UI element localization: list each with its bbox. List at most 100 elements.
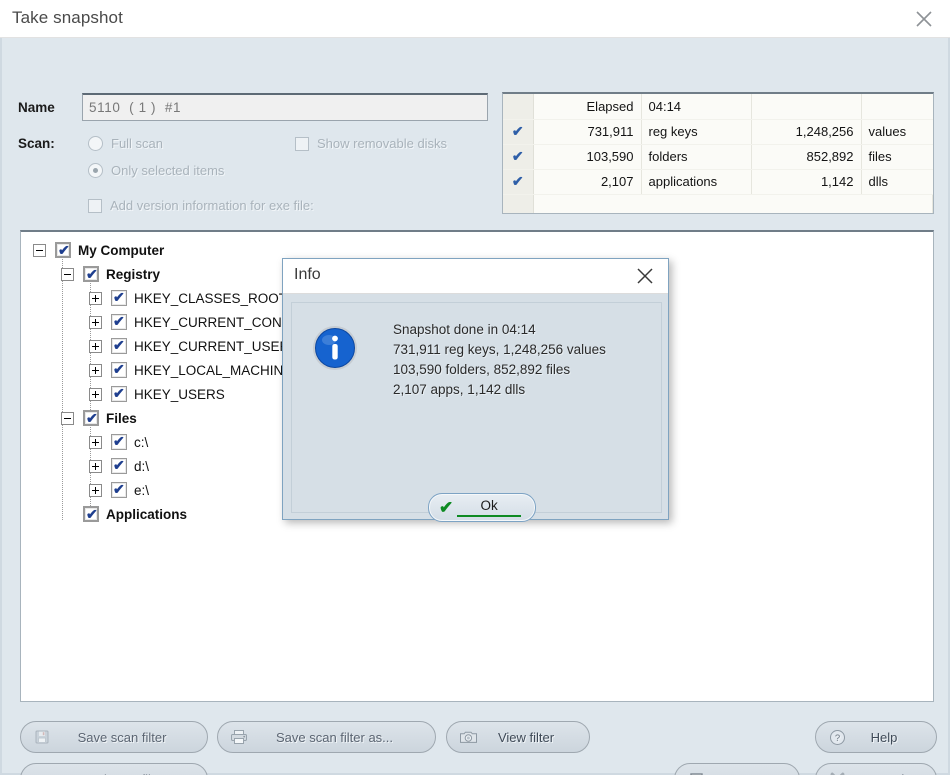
collapse-icon[interactable]	[33, 243, 46, 257]
tree-item[interactable]: Registry	[61, 262, 160, 286]
tree-item[interactable]: d:\	[89, 454, 149, 478]
checkbox-icon	[295, 137, 309, 151]
expand-icon[interactable]	[89, 459, 102, 473]
stats-label-primary: folders	[641, 144, 752, 170]
cancel-label: Cancel	[854, 772, 936, 775]
expand-icon[interactable]	[89, 291, 102, 305]
checkbox-add-version-info[interactable]: Add version information for exe file:	[88, 198, 314, 213]
info-dialog-title: Info	[294, 266, 321, 283]
tree-item[interactable]: HKEY_CURRENT_USER	[89, 334, 289, 358]
stats-label-secondary: dlls	[861, 169, 933, 195]
tree-item-checkbox[interactable]	[111, 457, 127, 474]
view-filter-button[interactable]: View filter	[446, 721, 590, 753]
collapse-icon[interactable]	[61, 267, 74, 281]
radio-only-selected-items[interactable]: Only selected items	[88, 163, 224, 178]
tree-item-label: HKEY_LOCAL_MACHINE	[134, 362, 293, 378]
tree-item[interactable]: Applications	[61, 502, 187, 526]
info-dialog-message: Snapshot done in 04:14 731,911 reg keys,…	[393, 322, 606, 397]
tree-item-label: e:\	[134, 482, 150, 498]
tree-item[interactable]: HKEY_CURRENT_CONFIG	[89, 310, 304, 334]
ok-button-label: Ok	[457, 498, 521, 517]
radio-icon	[88, 136, 103, 151]
tree-item-checkbox[interactable]	[111, 433, 127, 450]
checkbox-icon	[88, 199, 102, 213]
stats-value-primary: 731,911	[533, 119, 642, 145]
tree-item-label: HKEY_CLASSES_ROOT	[134, 290, 288, 306]
tree-item[interactable]: Files	[61, 406, 137, 430]
stop-button[interactable]: Stop	[674, 763, 800, 775]
tree-item-checkbox[interactable]	[111, 481, 127, 498]
load-scan-filter-button[interactable]: Load scan filter	[20, 763, 208, 775]
tree-item[interactable]: c:\	[89, 430, 148, 454]
scan-statistics-table: Elapsed 04:14 ✔ 731,911 reg keys 1,248,256 val…	[502, 92, 934, 214]
checkbox-show-removable-disks[interactable]: Show removable disks	[295, 136, 447, 151]
stats-check-icon: ✔	[503, 169, 534, 195]
save-scan-filter-as-button[interactable]: Save scan filter as...	[217, 721, 436, 753]
stop-square-icon	[685, 769, 707, 775]
help-icon: ?	[826, 727, 848, 747]
tree-item-checkbox[interactable]	[83, 506, 99, 523]
floppy-disk-icon	[31, 727, 53, 747]
tree-item[interactable]: e:\	[89, 478, 149, 502]
save-scan-filter-label: Save scan filter	[77, 729, 167, 745]
save-scan-filter-button[interactable]: Save scan filter	[20, 721, 208, 753]
cancel-x-icon	[826, 769, 848, 775]
stats-table: Elapsed 04:14 ✔ 731,911 reg keys 1,248,256 val…	[503, 94, 933, 213]
stats-label-secondary: files	[861, 144, 933, 170]
expand-icon[interactable]	[89, 363, 102, 377]
stats-value-primary: 103,590	[533, 144, 642, 170]
tree-item-checkbox[interactable]	[55, 242, 71, 259]
tree-item-label: HKEY_USERS	[134, 386, 225, 402]
expand-icon[interactable]	[89, 435, 102, 449]
tree-item-label: d:\	[134, 458, 150, 474]
svg-text:?: ?	[834, 733, 839, 744]
radio-full-scan[interactable]: Full scan	[88, 136, 163, 151]
tree-item-checkbox[interactable]	[83, 410, 99, 427]
tree-item-checkbox[interactable]	[83, 266, 99, 283]
tree-item-checkbox[interactable]	[111, 313, 127, 330]
tree-item[interactable]: HKEY_LOCAL_MACHINE	[89, 358, 292, 382]
tree-item[interactable]: HKEY_CLASSES_ROOT	[89, 286, 287, 310]
tree-item[interactable]: HKEY_USERS	[89, 382, 225, 406]
tree-line	[62, 252, 63, 520]
stats-label-primary: applications	[641, 169, 752, 195]
tree-item-checkbox[interactable]	[111, 361, 127, 378]
stats-check-icon: ✔	[503, 144, 534, 170]
expand-icon[interactable]	[89, 339, 102, 353]
printer-icon	[228, 727, 250, 747]
stats-row: ✔ 2,107 applications 1,142 dlls	[503, 169, 933, 195]
tree-item-checkbox[interactable]	[111, 337, 127, 354]
check-icon: ✔	[439, 498, 454, 517]
tree-item-label: HKEY_CURRENT_CONFIG	[134, 314, 305, 330]
stats-check-icon	[503, 94, 534, 120]
close-icon[interactable]	[634, 266, 656, 286]
folder-icon	[31, 769, 53, 775]
cancel-button[interactable]: Cancel	[815, 763, 937, 775]
close-icon[interactable]	[912, 8, 936, 30]
tree-item-label: Files	[106, 410, 137, 426]
stats-value-secondary	[751, 94, 862, 120]
expand-icon[interactable]	[89, 387, 102, 401]
name-label: Name	[18, 100, 55, 115]
expand-icon[interactable]	[89, 315, 102, 329]
window-title-bar: Take snapshot	[0, 0, 950, 38]
ok-button[interactable]: ✔ Ok	[428, 493, 536, 522]
load-scan-filter-label: Load scan filter	[59, 772, 207, 775]
tree-item-checkbox[interactable]	[111, 289, 127, 306]
stats-label-primary: reg keys	[641, 119, 752, 145]
stop-label: Stop	[713, 772, 799, 775]
window-title: Take snapshot	[12, 8, 123, 27]
tree-item-checkbox[interactable]	[111, 385, 127, 402]
collapse-icon[interactable]	[61, 411, 74, 425]
snapshot-name-input[interactable]	[82, 93, 488, 121]
tree-item[interactable]: My Computer	[33, 238, 164, 262]
tree-item-label: Applications	[106, 506, 188, 522]
expand-icon[interactable]	[89, 483, 102, 497]
checkbox-show-removable-label: Show removable disks	[317, 136, 448, 151]
radio-only-selected-label: Only selected items	[111, 163, 225, 178]
take-snapshot-window: Take snapshot Name Scan: Full scan Only …	[0, 0, 950, 775]
save-scan-filter-as-label: Save scan filter as...	[275, 729, 394, 745]
stats-label-secondary: values	[861, 119, 933, 145]
stats-value-secondary: 1,142	[751, 169, 862, 195]
help-button[interactable]: ? Help	[815, 721, 937, 753]
